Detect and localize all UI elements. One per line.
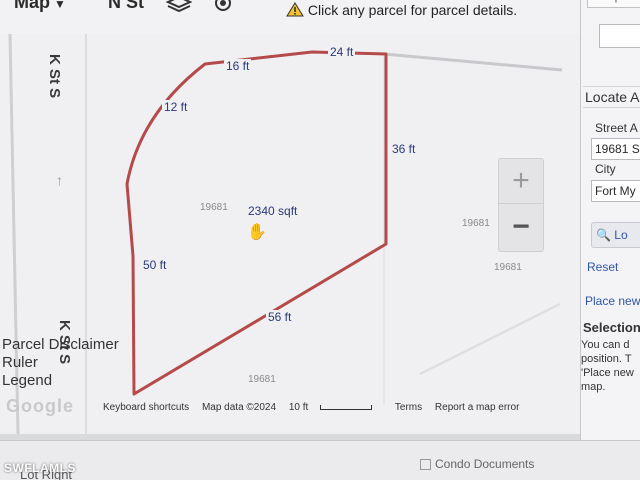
locate-button[interactable]: 🔍 Lo [591,222,640,248]
street-view-tab[interactable]: N St [108,0,144,13]
parcel-number: 19681 [462,218,490,229]
google-logo: Google [6,396,74,416]
street-view-label: N St [108,0,144,12]
search-icon: 🔍 [596,228,611,242]
terms-link[interactable]: Terms [395,402,422,413]
street-address-label: Street A [595,121,638,135]
help-line: You can d [581,339,630,351]
parcel-notice: Click any parcel for parcel details. [286,2,517,18]
scale-label: 10 ft [289,402,382,413]
map-legend-links: Parcel Disclaimer Ruler Legend [2,336,119,390]
ruler-link[interactable]: Ruler [2,354,119,372]
keyboard-shortcuts-link[interactable]: Keyboard shortcuts [103,402,189,413]
arrow-up-icon: ↑ [56,172,63,188]
notice-text: Click any parcel for parcel details. [307,2,518,18]
parcel-area-label: 2340 sqft [248,204,298,218]
scale-bar [320,404,373,410]
layers-icon[interactable] [165,0,193,21]
zoom-out-button[interactable]: − [499,205,543,249]
map-toolbar: Map ▼ N St Click any parcel for parcel de… [0,0,580,35]
condo-documents-option[interactable]: Condo Documents [420,457,534,471]
grab-hand-icon: ✋ [247,224,267,241]
place-new-link[interactable]: Place new [585,294,640,308]
city-label: City [595,162,616,176]
dimension-label: 36 ft [390,142,418,156]
dimension-label: 12 ft [162,100,190,114]
chevron-down-icon: ▼ [54,0,66,11]
parcel-number: 19681 [248,374,276,385]
street-label-k-st-s: K St S [46,54,63,99]
dimension-label: 56 ft [266,310,294,324]
legend-link[interactable]: Legend [2,372,119,390]
help-line: position. T [581,353,632,365]
report-map-error-link[interactable]: Report a map error [435,402,519,413]
right-panel: Jump t Locate A Street A 19681 S City Fo… [580,0,640,440]
parcel-number: 19681 [200,202,228,213]
checkbox[interactable] [420,459,431,471]
zoom-in-button[interactable]: + [499,159,543,204]
bottom-bar: Condo Documents Lot Right SWFLAMLS [0,440,640,480]
warning-icon [286,2,308,18]
map-type-label: Map [14,0,50,12]
parcel-number: 19681 [494,262,522,273]
panel-search-input[interactable] [599,24,640,48]
help-line: map. [581,381,606,393]
parcel-disclaimer-link[interactable]: Parcel Disclaimer [2,336,119,354]
map-type-menu[interactable]: Map ▼ [14,0,66,13]
app-screen: Map ▼ N St Click any parcel for parcel de… [0,0,640,480]
selection-help-text: You can d position. T 'Place new map. [581,338,640,394]
map-data-attribution: Map data ©2024 [201,402,277,413]
dimension-label: 24 ft [328,45,356,59]
reset-link[interactable]: Reset [587,260,618,274]
dimension-label: 16 ft [224,59,252,73]
locate-button-label: Lo [614,228,628,242]
selection-title: Selection [583,320,640,335]
city-input[interactable]: Fort My [591,180,640,202]
zoom-control: + − [498,158,544,252]
locate-icon[interactable] [210,0,236,21]
help-line: 'Place new [581,367,634,379]
jump-button[interactable]: Jump t [587,0,640,8]
mls-watermark: SWFLAMLS [4,461,76,475]
condo-documents-label: Condo Documents [435,457,535,471]
street-address-input[interactable]: 19681 S [591,138,640,160]
map-canvas[interactable]: K St S K St S ↑ 24 ft 16 ft 12 ft 36 ft … [0,34,580,434]
locate-address-title: Locate A [583,86,640,108]
map-footer: Keyboard shortcuts Map data ©2024 10 ft … [103,402,529,413]
dimension-label: 50 ft [141,258,169,272]
